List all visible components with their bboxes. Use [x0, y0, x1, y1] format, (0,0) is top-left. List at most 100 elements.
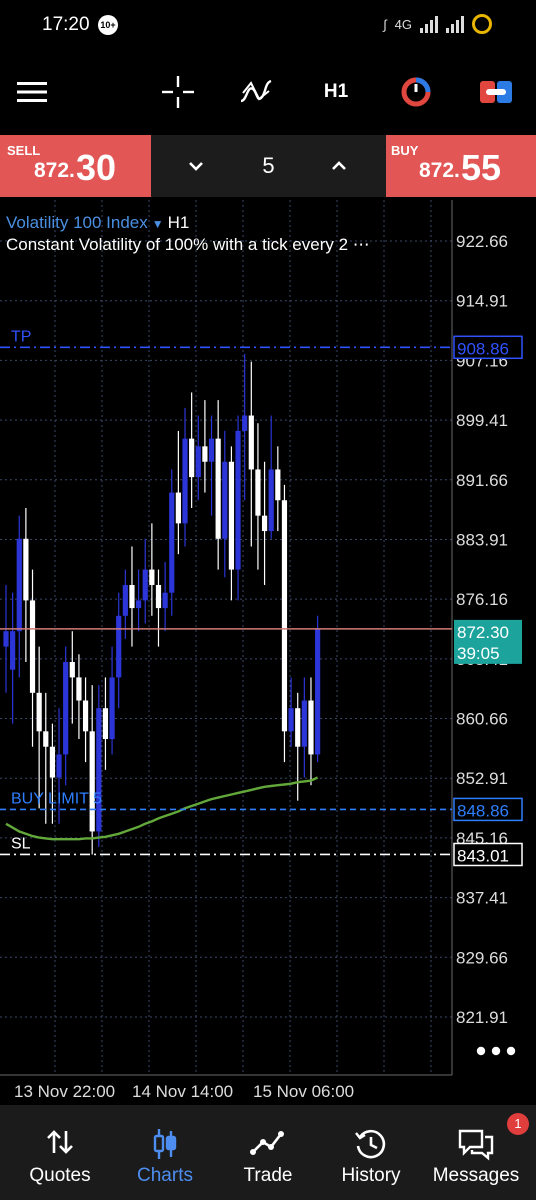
candle [301, 677, 307, 778]
chart-grid [0, 200, 452, 1075]
candle-body [149, 569, 155, 585]
bluetooth-icon: ∫ [383, 16, 387, 32]
candle-body [10, 631, 16, 670]
candle-body [43, 731, 49, 747]
candle-body [242, 415, 248, 431]
nav-messages[interactable]: 1 Messages [424, 1105, 529, 1200]
sell-label: SELL [7, 143, 41, 158]
candle [308, 677, 314, 786]
candle [268, 415, 274, 539]
nav-charts[interactable]: Charts [115, 1105, 215, 1200]
candle-body [301, 700, 307, 747]
color-scheme-icon[interactable] [396, 70, 436, 114]
crosshair-icon[interactable] [158, 70, 198, 114]
timeframe-button[interactable]: H1 [314, 70, 358, 114]
nav-label-history: History [341, 1165, 401, 1186]
signal-2-icon [446, 15, 464, 33]
candle [63, 646, 69, 786]
more-horizontal-icon[interactable] [474, 1044, 518, 1058]
candle-body [235, 430, 241, 570]
candle [116, 592, 122, 709]
candle [142, 538, 148, 624]
nav-label-messages: Messages [432, 1165, 520, 1186]
candle-body [36, 692, 42, 732]
candle-body [255, 469, 261, 516]
sell-price-pips: 30 [76, 147, 117, 188]
sl-label: SL [11, 835, 31, 852]
candle-body [175, 492, 181, 524]
candle-body [3, 631, 9, 647]
candle [195, 415, 201, 501]
chevron-up-icon[interactable] [324, 151, 354, 181]
candle [23, 507, 29, 663]
price-axis-label: 837.41 [456, 889, 508, 908]
candle [162, 561, 168, 632]
candle-body [63, 662, 69, 755]
price-axis-label: 821.91 [456, 1008, 508, 1027]
candle-body [96, 708, 102, 832]
signal-1-icon [420, 15, 438, 33]
one-click-trade-panel: SELL 872. 30 5 BUY 872. 55 [0, 135, 536, 197]
buy-price-pips: 55 [461, 147, 502, 188]
time-axis-label: 14 Nov 14:00 [132, 1082, 233, 1101]
sell-button[interactable]: SELL 872. 30 [0, 135, 151, 197]
price-axis-label: 883.91 [456, 530, 508, 549]
nav-label-trade: Trade [243, 1165, 293, 1186]
tp-label: TP [11, 328, 31, 345]
candle-body [295, 708, 301, 747]
candle [76, 654, 82, 740]
one-click-trading-icon[interactable] [476, 70, 516, 114]
sl-price: 843.01 [457, 846, 509, 865]
messages-badge: 1 [507, 1113, 529, 1135]
network-type: 4G [394, 16, 412, 32]
indicators-icon[interactable] [236, 70, 276, 114]
buy-label: BUY [391, 143, 419, 158]
symbol-timeframe: H1 [167, 213, 190, 232]
symbol-header[interactable]: Volatility 100 Index ▼ H1 [6, 213, 189, 233]
hamburger-menu-icon[interactable] [14, 70, 50, 114]
candle-body [16, 538, 22, 632]
symbol-dropdown-icon[interactable]: ▼ [152, 217, 164, 231]
candle-body [208, 438, 215, 462]
candle [16, 515, 22, 678]
candle-body [202, 446, 208, 462]
candle [182, 407, 188, 547]
candle [288, 677, 294, 747]
candle-body [82, 700, 89, 732]
nav-trade[interactable]: Trade [218, 1105, 318, 1200]
candle-body [122, 584, 128, 616]
candle [235, 415, 241, 601]
candle [175, 430, 181, 555]
candle [248, 361, 254, 547]
bottom-navigation: Quotes Charts Trade History 1 Messages [0, 1105, 536, 1200]
candle-body [109, 677, 115, 740]
buy-limit-price: 848.86 [457, 801, 509, 820]
trade-icon [218, 1127, 318, 1163]
candle [255, 423, 261, 570]
chart-canvas[interactable]: 922.66914.91907.16899.41891.66883.91876.… [0, 200, 536, 1105]
candle [10, 592, 16, 724]
candle-body [155, 584, 162, 609]
candle [215, 400, 221, 570]
buy-limit-label: BUY LIMIT 5 [11, 790, 102, 807]
price-chart[interactable]: 922.66 914.91 907.16 899.41 891.66 883.91 876.… [0, 200, 536, 1105]
price-axis-label: 876.16 [456, 590, 508, 609]
candle-body [169, 492, 175, 593]
price-axis-label: 860.66 [456, 710, 508, 729]
status-bar: 17:20 10+ ∫ 4G [0, 0, 536, 52]
candle-body [69, 662, 75, 678]
candle [208, 415, 215, 516]
candle-body [281, 500, 288, 732]
candle [69, 631, 75, 724]
status-time: 17:20 [42, 14, 90, 35]
candle [102, 677, 109, 770]
candle-body [182, 438, 188, 524]
candle-body [56, 754, 62, 778]
buy-button[interactable]: BUY 872. 55 [386, 135, 536, 197]
candle [222, 430, 228, 578]
candle [275, 446, 281, 532]
nav-history[interactable]: History [321, 1105, 421, 1200]
symbol-name[interactable]: Volatility 100 Index [6, 213, 148, 232]
candle-body [89, 731, 95, 832]
nav-quotes[interactable]: Quotes [10, 1105, 110, 1200]
